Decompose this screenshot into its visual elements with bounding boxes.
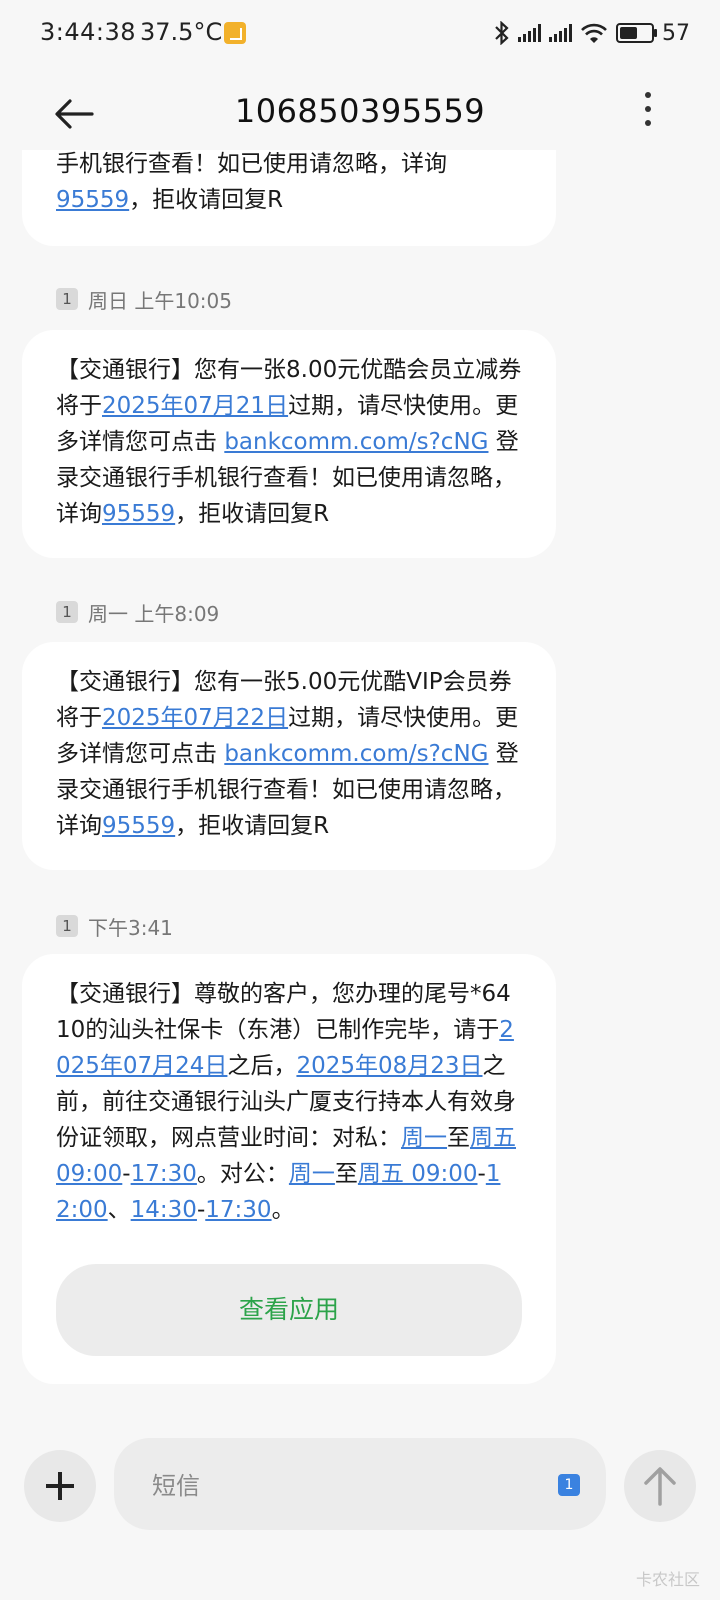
phone-link[interactable]: 95559 (56, 187, 129, 213)
date-link[interactable]: 2025年08月23日 (296, 1053, 482, 1079)
message-input-placeholder: 短信 (152, 1472, 200, 1500)
message-bubble: 【交通银行】尊敬的客户，您办理的尾号*6410的汕头社保卡（东港）已制作完毕，请… (22, 954, 556, 1384)
sim-selector-icon[interactable]: 1 (558, 1474, 580, 1496)
message-timestamp: 1 下午3:41 (56, 912, 173, 940)
sim-icon: 1 (56, 288, 78, 310)
message-bubble: 【交通银行】您有一张5.00元优酷VIP会员券将于2025年07月22日过期，请… (22, 642, 556, 870)
date-link[interactable]: 2025年07月22日 (102, 705, 288, 731)
send-arrow-icon[interactable] (624, 1450, 696, 1522)
phone-link[interactable]: 95559 (102, 813, 175, 839)
message-input[interactable]: 短信 1 (114, 1438, 606, 1530)
message-bubble: 【交通银行】您有一张8.00元优酷会员立减券将于2025年07月21日过期，请尽… (22, 330, 556, 558)
view-app-button[interactable]: 查看应用 (56, 1264, 522, 1356)
sim-icon: 1 (56, 915, 78, 937)
status-bar: 3:44:38 37.5°C 57 (0, 0, 720, 66)
wifi-icon (581, 23, 607, 43)
time-link[interactable]: 14:30 (131, 1197, 197, 1223)
status-temperature: 37.5°C (140, 18, 223, 46)
message-bubble: 手机银行查看！如已使用请忽略，详询 95559，拒收请回复R (22, 150, 556, 246)
date-link[interactable]: 周一 (289, 1161, 335, 1187)
time-link[interactable]: 17:30 (131, 1161, 197, 1187)
message-timestamp: 1 周日 上午10:05 (56, 285, 232, 313)
message-timestamp: 1 周一 上午8:09 (56, 598, 219, 626)
notification-icon (224, 22, 246, 44)
battery-icon (616, 23, 657, 43)
battery-percent: 57 (662, 20, 690, 46)
bluetooth-icon (495, 21, 509, 45)
conversation-title: 106850395559 (234, 92, 486, 130)
conversation-header: 106850395559 (0, 66, 720, 162)
status-time: 3:44:38 (40, 18, 137, 46)
time-link[interactable]: 17:30 (205, 1197, 271, 1223)
url-link[interactable]: bankcomm.com/s?cNG (224, 429, 488, 455)
date-link[interactable]: 2025年07月21日 (102, 393, 288, 419)
sim-icon: 1 (56, 601, 78, 623)
url-link[interactable]: bankcomm.com/s?cNG (224, 741, 488, 767)
phone-link[interactable]: 95559 (102, 501, 175, 527)
plus-icon[interactable] (24, 1450, 96, 1522)
time-link[interactable]: 周五 09:00 (358, 1161, 478, 1187)
signal-icon (518, 24, 541, 42)
date-link[interactable]: 周一 (401, 1125, 447, 1151)
watermark: 卡农社区 (635, 1570, 700, 1589)
more-vert-icon[interactable] (642, 92, 654, 136)
signal-icon (549, 24, 572, 42)
